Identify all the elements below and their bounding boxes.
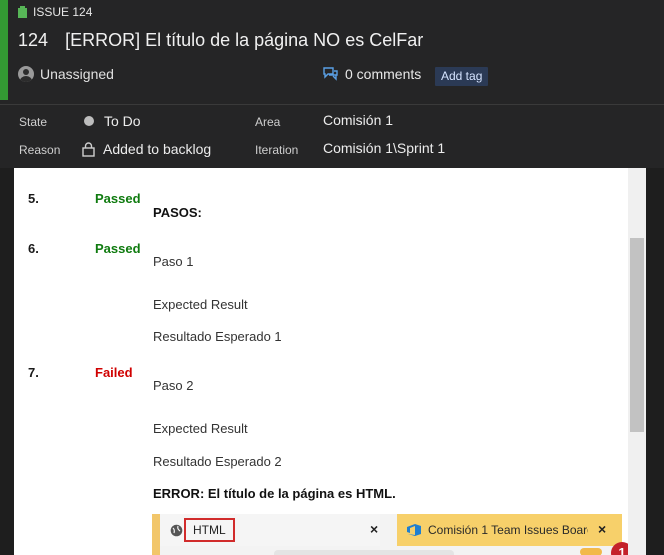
area-value: Comisión 1	[323, 112, 394, 128]
tab-title: Comisión 1 Team Issues Board	[428, 523, 588, 537]
comment-icon	[323, 67, 338, 81]
reason-value: Added to backlog	[103, 141, 212, 157]
meta-row: Unassigned 0 comments Add tag	[18, 66, 658, 88]
attached-screenshot: HTML × Comisión 1 Team Issues Board × 1	[152, 514, 628, 555]
divider	[0, 104, 664, 105]
lock-icon	[82, 141, 95, 157]
close-icon: ×	[598, 521, 607, 537]
expected-result-label: Expected Result	[153, 297, 248, 312]
iteration-value: Comisión 1\Sprint 1	[323, 140, 446, 156]
test-result-document: 5. Passed PASOS: 6. Passed Paso 1 Expect…	[14, 168, 628, 555]
work-item-title[interactable]: 124 [ERROR] El título de la página NO es…	[18, 30, 423, 51]
work-item-header: ISSUE 124 124 [ERROR] El título de la pá…	[0, 0, 664, 168]
scrollbar[interactable]	[628, 168, 646, 555]
expected-result-label: Expected Result	[153, 421, 248, 436]
state-value: To Do	[104, 113, 141, 129]
avatar	[18, 66, 34, 82]
browser-tab-active: Comisión 1 Team Issues Board ×	[397, 514, 622, 546]
work-item-type-color-bar	[0, 0, 8, 100]
area-label: Area	[255, 115, 281, 129]
expected-result-value: Resultado Esperado 1	[153, 329, 282, 344]
close-icon: ×	[370, 521, 379, 537]
work-item-type-tag: ISSUE 124	[18, 4, 92, 20]
steps-heading: PASOS:	[153, 205, 202, 220]
step-action: Paso 1	[153, 254, 194, 269]
expected-result-value: Resultado Esperado 2	[153, 454, 282, 469]
state-indicator-icon	[84, 116, 94, 126]
step-action: Paso 2	[153, 378, 194, 393]
assignee-label: Unassigned	[40, 66, 114, 82]
scrollbar-thumb[interactable]	[630, 238, 644, 432]
error-message: ERROR: El título de la página es HTML.	[153, 486, 396, 501]
address-bar	[274, 550, 454, 555]
step-number: 5.	[28, 191, 39, 206]
reason-field: Added to backlog	[82, 141, 211, 157]
step-number: 7.	[28, 365, 39, 380]
area-picker[interactable]: Comisión 1	[323, 112, 393, 128]
azure-devops-icon	[407, 524, 421, 536]
iteration-label: Iteration	[255, 143, 299, 157]
notification-badge: 1	[611, 542, 628, 555]
highlighted-tab-title: HTML	[184, 518, 235, 542]
state-dropdown[interactable]: To Do	[84, 113, 141, 129]
step-status-passed: Passed	[95, 191, 141, 206]
work-item-title-text[interactable]: [ERROR] El título de la página NO es Cel…	[65, 30, 423, 50]
assignee-picker[interactable]: Unassigned	[18, 66, 114, 82]
comments-count: 0 comments	[345, 66, 422, 82]
reason-label: Reason	[19, 143, 61, 157]
screenshot-edge	[152, 514, 160, 555]
browser-tab: HTML ×	[160, 514, 380, 546]
notification-flare	[580, 548, 602, 555]
iteration-picker[interactable]: Comisión 1\Sprint 1	[323, 140, 445, 156]
comments-link[interactable]: 0 comments	[323, 66, 421, 82]
clipped-text-line	[154, 168, 314, 169]
step-status-failed: Failed	[95, 365, 133, 380]
right-gutter	[646, 168, 664, 555]
state-label: State	[19, 115, 48, 129]
globe-icon	[170, 524, 183, 537]
issue-icon	[18, 6, 27, 18]
issue-tag-label: ISSUE 124	[33, 5, 93, 19]
step-status-passed: Passed	[95, 241, 141, 256]
work-item-id: 124	[18, 30, 49, 50]
add-tag-button[interactable]: Add tag	[435, 67, 489, 86]
step-number: 6.	[28, 241, 39, 256]
description-area: 5. Passed PASOS: 6. Passed Paso 1 Expect…	[0, 168, 664, 555]
